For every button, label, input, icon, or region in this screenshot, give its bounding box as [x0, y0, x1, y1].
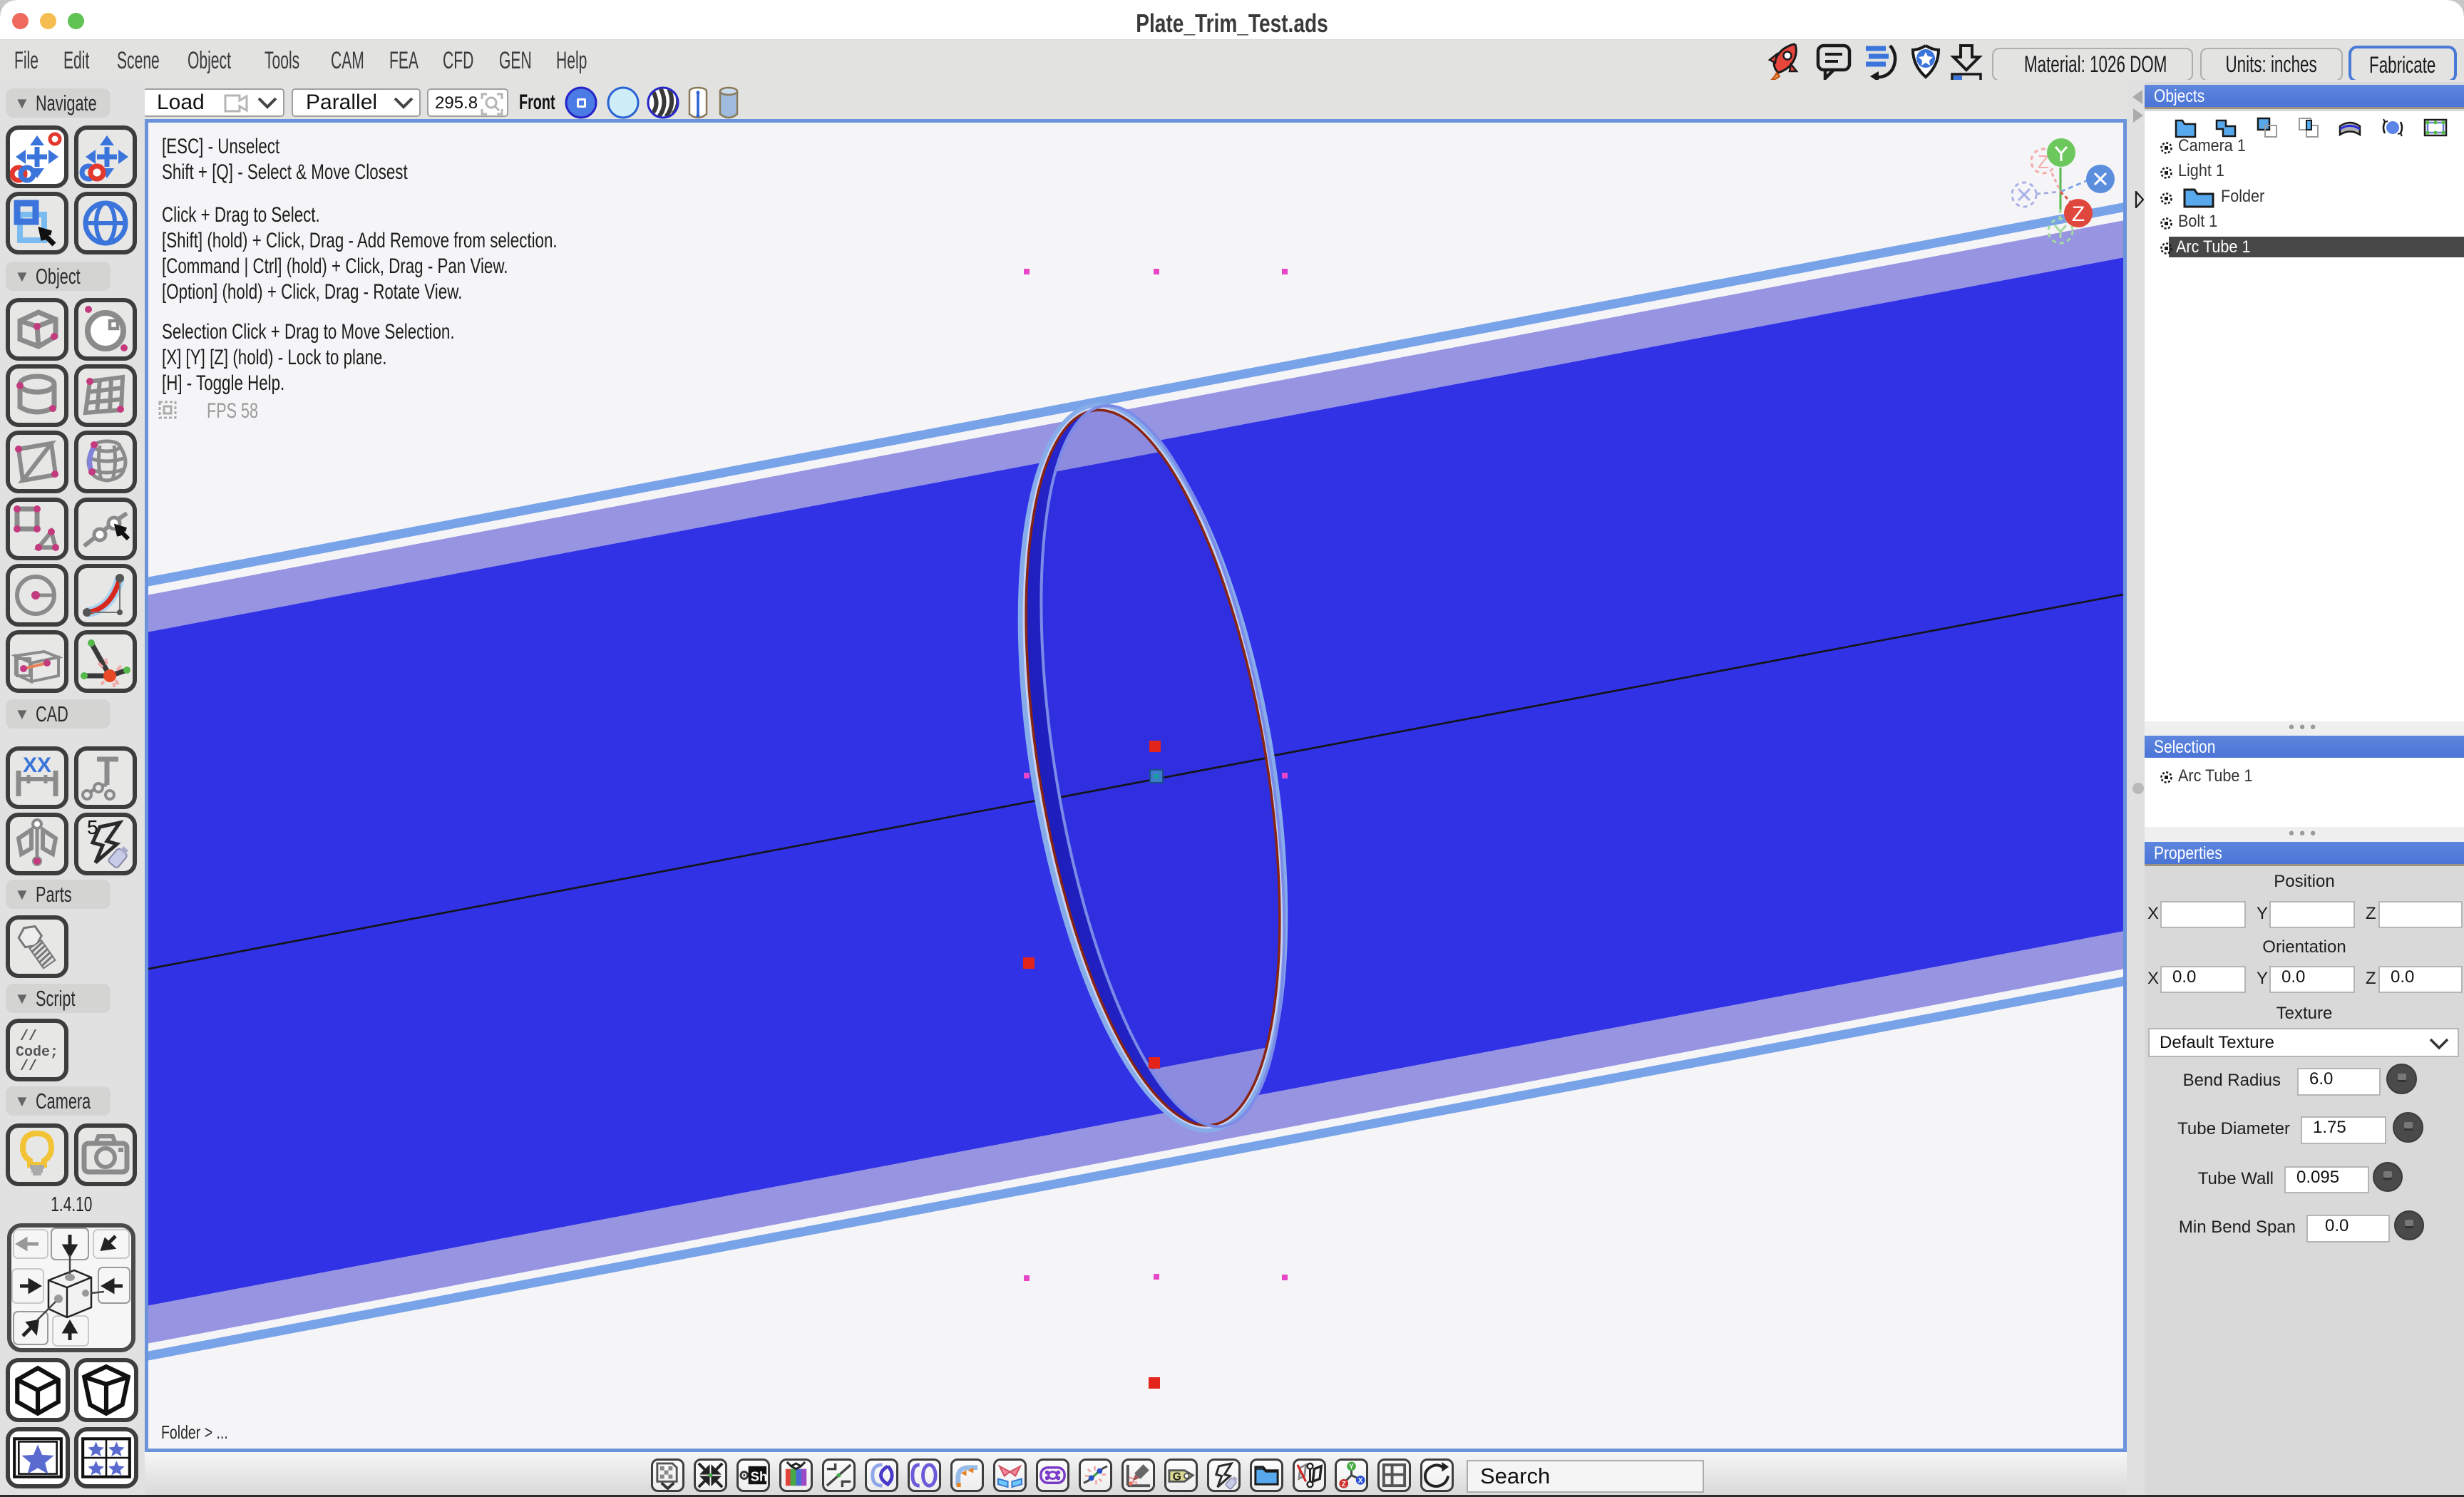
svg-text:G: G	[1173, 1471, 1181, 1483]
svg-text:X: X	[1358, 1477, 1363, 1485]
svg-text://: //	[20, 1059, 37, 1075]
svg-text:Y: Y	[1349, 1463, 1354, 1471]
svg-text:Z: Z	[1342, 1481, 1346, 1488]
svg-text:XX: XX	[23, 753, 51, 777]
svg-text://: //	[20, 1029, 37, 1045]
svg-text:Sh: Sh	[751, 1468, 768, 1483]
svg-text:Z: Z	[2072, 202, 2085, 226]
